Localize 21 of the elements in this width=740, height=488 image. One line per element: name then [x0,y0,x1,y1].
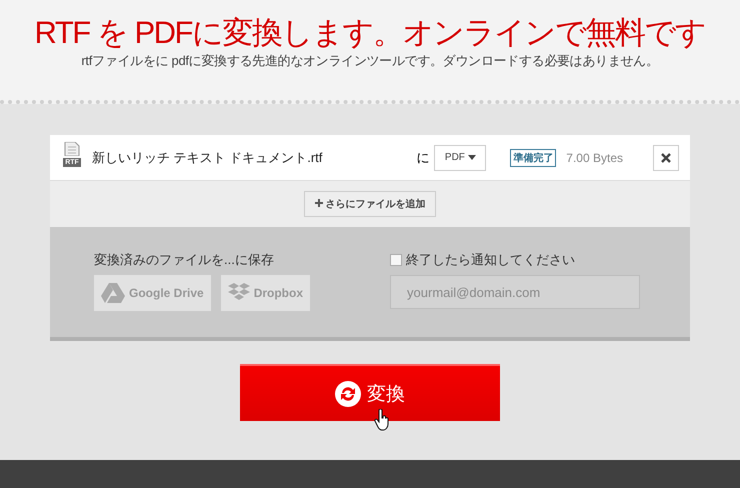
email-field[interactable]: yourmail@domain.com [390,275,640,309]
convert-button[interactable]: 変換 [240,364,500,421]
save-label: 変換済みのファイルを...に保存 [94,251,275,269]
refresh-icon [335,380,361,406]
format-dropdown[interactable]: PDF [434,144,486,170]
hand-cursor-icon [374,409,390,431]
close-button[interactable] [653,144,679,170]
page-subtitle: rtfファイルをに pdfに変換する先進的なオンラインツールです。ダウンロードする必要はありません。 [81,52,659,70]
file-name: 新しいリッチ テキスト ドキュメント.rtf [92,148,324,166]
notify-label: 終了したら通知してください [406,251,576,269]
box-logo-icon [228,283,250,303]
triangle-logo-icon [101,283,125,303]
close-icon [661,152,671,162]
add-files-button[interactable]: さらにファイルを追加 [304,191,436,217]
to-label: に [416,148,430,166]
notify-checkbox[interactable] [390,254,402,266]
plus-icon [314,199,323,207]
file-size: 7.00 Bytes [566,150,623,164]
page-title: RTF を PDFに変換します。オンラインで無料です [34,14,706,52]
status-badge: 準備完了 [510,148,556,166]
caret-icon [468,155,476,160]
